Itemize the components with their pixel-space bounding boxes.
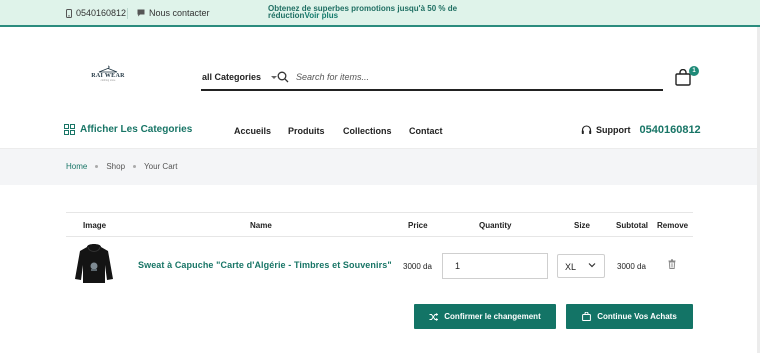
- chat-icon: [137, 9, 145, 17]
- nav-link-accueils[interactable]: Accueils: [234, 126, 271, 136]
- size-select[interactable]: XL: [557, 254, 605, 278]
- grid-icon: [64, 124, 75, 135]
- site-logo[interactable]: RAI WEAR clothing store: [83, 65, 133, 89]
- phone-contact[interactable]: 0540160812: [66, 8, 126, 18]
- breadcrumb-current: Your Cart: [144, 162, 178, 171]
- confirm-changes-button[interactable]: Confirmer le changement: [414, 304, 556, 329]
- topbar-phone: 0540160812: [76, 8, 127, 18]
- contact-link[interactable]: Nous contacter: [137, 8, 210, 18]
- product-subtotal: 3000 da: [617, 262, 646, 271]
- phone-icon: [66, 8, 72, 18]
- nav-link-contact[interactable]: Contact: [409, 126, 443, 136]
- nav-link-produits[interactable]: Produits: [288, 126, 325, 136]
- col-image: Image: [83, 221, 107, 230]
- table-header: Image Name Price Quantity Size Subtotal …: [66, 212, 693, 237]
- col-subtotal: Subtotal: [616, 221, 648, 230]
- cart-count-badge: 1: [689, 66, 699, 76]
- confirm-changes-label: Confirmer le changement: [444, 312, 541, 321]
- topbar-divider: [127, 8, 128, 19]
- hoodie-product-image[interactable]: [72, 241, 116, 285]
- quantity-input[interactable]: [442, 253, 548, 279]
- shopping-bag-icon: [582, 312, 592, 321]
- promo-text: Obtenez de superbes promotions jusqu'à 5…: [268, 4, 458, 20]
- promo-link[interactable]: Voir plus: [304, 11, 338, 20]
- top-bar: 0540160812 Nous contacter Obtenez de sup…: [0, 0, 760, 27]
- trash-icon[interactable]: [668, 259, 676, 269]
- breadcrumb-separator: [95, 165, 99, 168]
- col-remove: Remove: [657, 221, 689, 230]
- main-nav: Afficher Les Categories Accueils Produit…: [0, 120, 760, 142]
- continue-shopping-button[interactable]: Continue Vos Achats: [566, 304, 693, 329]
- promo-banner: Obtenez de superbes promotions jusqu'à 5…: [268, 4, 498, 20]
- product-price: 3000 da: [403, 262, 432, 271]
- support-contact[interactable]: Support 0540160812: [581, 124, 701, 136]
- product-name-link[interactable]: Sweat à Capuche "Carte d'Algérie - Timbr…: [138, 260, 392, 270]
- category-select[interactable]: all Categories: [202, 72, 278, 82]
- search-icon[interactable]: [277, 71, 289, 83]
- breadcrumb-band: Home Shop Your Cart: [0, 148, 757, 185]
- hanger-logo-icon: [98, 65, 118, 73]
- category-select-label: all Categories: [202, 72, 262, 82]
- col-name: Name: [250, 221, 272, 230]
- search-bar: all Categories: [201, 65, 663, 91]
- shuffle-icon: [429, 312, 439, 321]
- support-label: Support: [596, 125, 631, 135]
- breadcrumb-home[interactable]: Home: [66, 162, 87, 171]
- chevron-down-icon: [588, 263, 596, 268]
- continue-shopping-label: Continue Vos Achats: [597, 312, 677, 321]
- breadcrumb-shop[interactable]: Shop: [106, 162, 125, 171]
- col-price: Price: [408, 221, 428, 230]
- categories-toggle-label: Afficher Les Categories: [80, 124, 193, 135]
- support-phone: 0540160812: [639, 124, 701, 136]
- search-input[interactable]: [296, 69, 596, 85]
- categories-toggle[interactable]: Afficher Les Categories: [64, 124, 192, 135]
- breadcrumb: Home Shop Your Cart: [66, 162, 178, 171]
- col-size: Size: [574, 221, 591, 230]
- col-quantity: Quantity: [479, 221, 512, 230]
- size-select-value: XL: [565, 262, 577, 272]
- breadcrumb-separator: [133, 165, 137, 168]
- table-row: Sweat à Capuche "Carte d'Algérie - Timbr…: [66, 237, 693, 297]
- headset-icon: [581, 125, 592, 134]
- logo-tagline: clothing store: [100, 79, 116, 82]
- nav-link-collections[interactable]: Collections: [343, 126, 392, 136]
- contact-label: Nous contacter: [149, 8, 210, 18]
